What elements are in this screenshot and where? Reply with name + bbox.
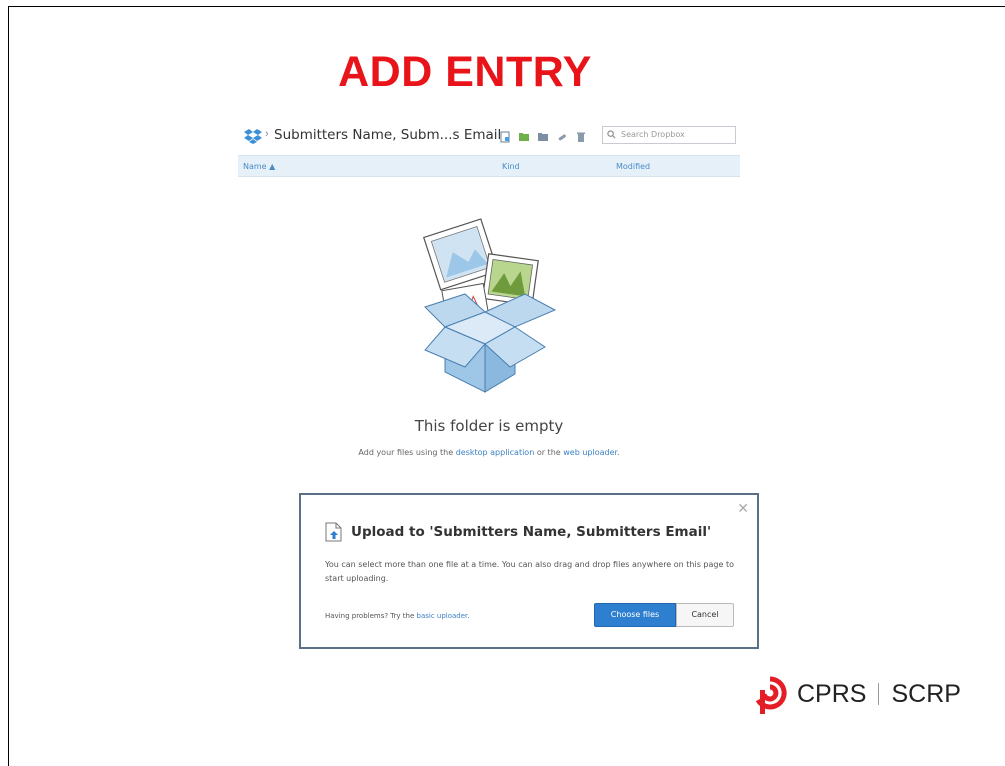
search-placeholder: Search Dropbox [621,130,685,139]
help-text-prefix: Having problems? Try the [325,612,417,620]
column-modified[interactable]: Modified [616,162,650,171]
search-input[interactable]: Search Dropbox [602,126,736,144]
upload-file-icon [325,522,342,542]
brand-cprs: CPRS [797,680,867,708]
help-text-suffix: . [467,612,470,620]
basic-uploader-link[interactable]: basic uploader [417,612,468,620]
upload-dialog: ✕ Upload to 'Submitters Name, Submitters… [299,493,759,649]
dropbox-header: › Submitters Name, Subm...s Email Search… [240,122,740,152]
slide-title: ADD ENTRY [338,48,592,96]
dialog-body: You can select more than one file at a t… [325,560,734,583]
new-file-icon[interactable] [499,131,511,143]
hint-text-mid: or the [534,448,564,457]
choose-files-button[interactable]: Choose files [594,603,676,627]
empty-folder-title: This folder is empty [414,417,564,435]
brand-divider [878,683,880,705]
dropbox-logo-icon[interactable] [243,128,263,144]
search-icon [607,130,616,139]
toolbar [499,131,587,145]
brand-text: CPRS SCRP [797,680,961,709]
cprs-logo-icon [755,676,787,714]
file-list-header: Name ▲ Kind Modified [238,155,740,177]
breadcrumb[interactable]: Submitters Name, Subm...s Email [274,127,501,143]
link-icon[interactable] [556,131,568,143]
desktop-application-link[interactable]: desktop application [456,448,535,457]
shared-folder-icon[interactable] [537,131,549,143]
brand-scrp: SCRP [891,680,961,708]
column-kind[interactable]: Kind [502,162,520,171]
empty-folder-illustration [422,218,557,393]
empty-folder-hint: Add your files using the desktop applica… [0,448,978,457]
hint-text-prefix: Add your files using the [358,448,456,457]
hint-text-suffix: . [617,448,620,457]
new-folder-icon[interactable] [518,131,530,143]
breadcrumb-separator-icon: › [265,128,269,140]
close-icon[interactable]: ✕ [737,501,749,517]
help-text: Having problems? Try the basic uploader. [325,612,470,620]
web-uploader-link[interactable]: web uploader [563,448,617,457]
dialog-title: Upload to 'Submitters Name, Submitters E… [351,524,712,540]
trash-icon[interactable] [575,131,587,143]
cancel-button[interactable]: Cancel [676,603,734,627]
column-name[interactable]: Name ▲ [243,162,275,171]
